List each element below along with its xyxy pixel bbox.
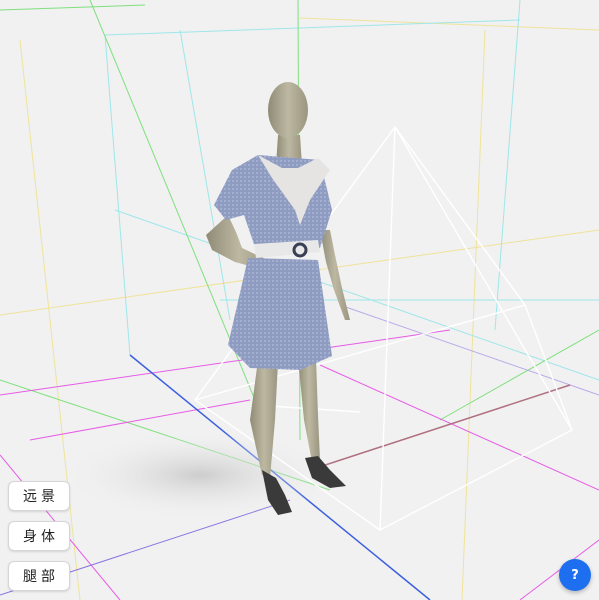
ground-shadow — [60, 430, 340, 520]
3d-viewport[interactable]: 远景 身体 腿部 ? — [0, 0, 599, 600]
view-legs-button[interactable]: 腿部 — [8, 561, 70, 591]
scene-canvas[interactable] — [0, 0, 599, 600]
help-button[interactable]: ? — [559, 559, 591, 591]
view-body-button[interactable]: 身体 — [8, 521, 70, 551]
mannequin-head — [268, 82, 308, 138]
question-mark-icon: ? — [571, 567, 579, 583]
view-far-button[interactable]: 远景 — [8, 481, 70, 511]
